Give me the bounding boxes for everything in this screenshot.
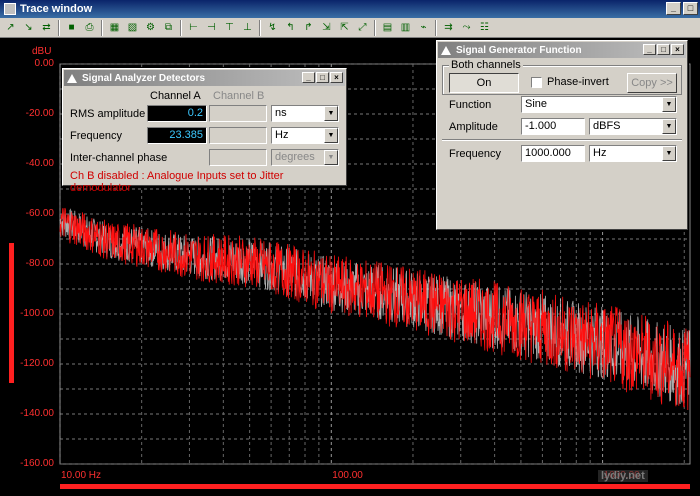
- maximize-button[interactable]: □: [683, 2, 698, 15]
- freq-unit-select[interactable]: Hz ▼: [271, 127, 339, 144]
- phase-unit-select[interactable]: degrees ▼: [271, 149, 339, 166]
- graph-icon[interactable]: ▦: [106, 20, 123, 36]
- status-message: Ch B disabled : Analogue Inputs set to J…: [70, 170, 284, 194]
- app-icon: [4, 3, 16, 15]
- y-tick-label: -100.00: [20, 308, 54, 319]
- amplitude-unit-select[interactable]: dBFS ▼: [589, 118, 677, 135]
- x-tick-label: 10.00 Hz: [61, 470, 102, 481]
- analyzer-minimize-button[interactable]: _: [302, 72, 315, 83]
- zoom-in-icon[interactable]: ↗: [2, 20, 19, 36]
- watermark: lydiy.net: [598, 470, 648, 482]
- window-titlebar: Trace window _ □: [0, 0, 700, 18]
- toolbar-separator: [374, 19, 376, 36]
- trend-icon[interactable]: ⌁: [415, 20, 432, 36]
- generator-close-button[interactable]: ×: [671, 44, 684, 55]
- amplitude-input[interactable]: -1.000: [521, 118, 585, 135]
- x-tick-label: 100.00: [332, 470, 363, 481]
- on-button[interactable]: On: [449, 73, 519, 93]
- freq-b-value: [209, 127, 267, 144]
- marker2-icon[interactable]: ↰: [282, 20, 299, 36]
- graph2-icon[interactable]: ▧: [124, 20, 141, 36]
- y-tick-label: 0.00: [34, 58, 54, 69]
- chart2-icon[interactable]: ▥: [397, 20, 414, 36]
- y-tick-label: -140.00: [20, 408, 54, 419]
- minimize-button[interactable]: _: [666, 2, 681, 15]
- chevron-down-icon: ▼: [662, 146, 676, 161]
- copy-button[interactable]: Copy >>: [627, 73, 677, 93]
- y-tick-label: -120.00: [20, 358, 54, 369]
- zoom-fit-icon[interactable]: ⇄: [38, 20, 55, 36]
- analyzer-restore-button[interactable]: □: [316, 72, 329, 83]
- group-label: Both channels: [449, 59, 523, 71]
- zoom-out-icon[interactable]: ↘: [20, 20, 37, 36]
- function-select[interactable]: Sine ▼: [521, 96, 677, 113]
- toolbar-separator: [101, 19, 103, 36]
- copy-icon[interactable]: ⧉: [160, 20, 177, 36]
- y-scroll-indicator[interactable]: [9, 243, 14, 383]
- phase-invert-label: Phase-invert: [547, 76, 609, 88]
- frequency-input[interactable]: 1000.000: [521, 145, 585, 162]
- toolbar: ↗ ↘ ⇄ ■ ⎙ ▦ ▧ ⚙ ⧉ ⊢ ⊣ ⊤ ⊥ ↯ ↰ ↱ ⇲ ⇱ ⤢ ▤ ▥ ⌁ ⇉ ⤳ ☷: [0, 18, 700, 38]
- generator-dialog: Signal Generator Function _ □ × Both cha…: [436, 40, 688, 230]
- frequency-label: Frequency: [70, 130, 122, 142]
- marker6-icon[interactable]: ⤢: [354, 20, 371, 36]
- toolbar-separator: [58, 19, 60, 36]
- rms-label: RMS amplitude: [70, 108, 146, 120]
- rms-unit-select[interactable]: ns ▼: [271, 105, 339, 122]
- marker-icon[interactable]: ↯: [264, 20, 281, 36]
- y-tick-label: -80.00: [25, 258, 54, 269]
- rms-a-value: 0.2: [147, 105, 207, 122]
- phase-invert-checkbox[interactable]: [531, 77, 542, 88]
- cursor-icon[interactable]: ⊢: [185, 20, 202, 36]
- analyzer-close-button[interactable]: ×: [330, 72, 343, 83]
- freq-a-value: 23.385: [147, 127, 207, 144]
- generator-minimize-button[interactable]: _: [643, 44, 656, 55]
- table-icon[interactable]: ☷: [476, 20, 493, 36]
- chevron-down-icon: ▼: [662, 119, 676, 134]
- analyzer-dialog: Signal Analyzer Detectors _ □ × Channel …: [62, 68, 347, 194]
- cursor3-icon[interactable]: ⊤: [221, 20, 238, 36]
- marker3-icon[interactable]: ↱: [300, 20, 317, 36]
- y-tick-label: -20.00: [25, 108, 54, 119]
- chevron-down-icon: ▼: [324, 106, 338, 121]
- chart-icon[interactable]: ▤: [379, 20, 396, 36]
- chevron-down-icon: ▼: [324, 128, 338, 143]
- generator-restore-button[interactable]: □: [657, 44, 670, 55]
- channel-b-header: Channel B: [213, 90, 265, 102]
- chevron-down-icon: ▼: [324, 150, 338, 165]
- print-icon[interactable]: ⎙: [81, 20, 98, 36]
- x-scroll-indicator[interactable]: [60, 484, 690, 489]
- y-tick-label: -160.00: [20, 458, 54, 469]
- rms-b-value: [209, 105, 267, 122]
- chevron-down-icon: ▼: [662, 97, 676, 112]
- amplitude-label: Amplitude: [449, 121, 498, 133]
- frequency-unit-select[interactable]: Hz ▼: [589, 145, 677, 162]
- save-icon[interactable]: ■: [63, 20, 80, 36]
- frequency-label: Frequency: [449, 148, 501, 160]
- y-axis-unit: dBU: [32, 46, 52, 57]
- y-tick-label: -40.00: [25, 158, 54, 169]
- phase-label: Inter-channel phase: [70, 152, 168, 164]
- y-tick-label: -60.00: [25, 208, 54, 219]
- trend2-icon[interactable]: ⇉: [440, 20, 457, 36]
- toolbar-separator: [435, 19, 437, 36]
- settings-icon[interactable]: ⚙: [142, 20, 159, 36]
- toolbar-separator: [180, 19, 182, 36]
- marker5-icon[interactable]: ⇱: [336, 20, 353, 36]
- window-title: Trace window: [20, 3, 93, 15]
- triangle-icon: [441, 45, 451, 55]
- cursor2-icon[interactable]: ⊣: [203, 20, 220, 36]
- function-label: Function: [449, 99, 492, 111]
- trend3-icon[interactable]: ⤳: [458, 20, 475, 36]
- separator: [442, 139, 682, 141]
- cursor4-icon[interactable]: ⊥: [239, 20, 256, 36]
- triangle-icon: [67, 73, 77, 83]
- marker4-icon[interactable]: ⇲: [318, 20, 335, 36]
- phase-value: [209, 149, 267, 166]
- channel-a-header: Channel A: [150, 90, 201, 102]
- toolbar-separator: [259, 19, 261, 36]
